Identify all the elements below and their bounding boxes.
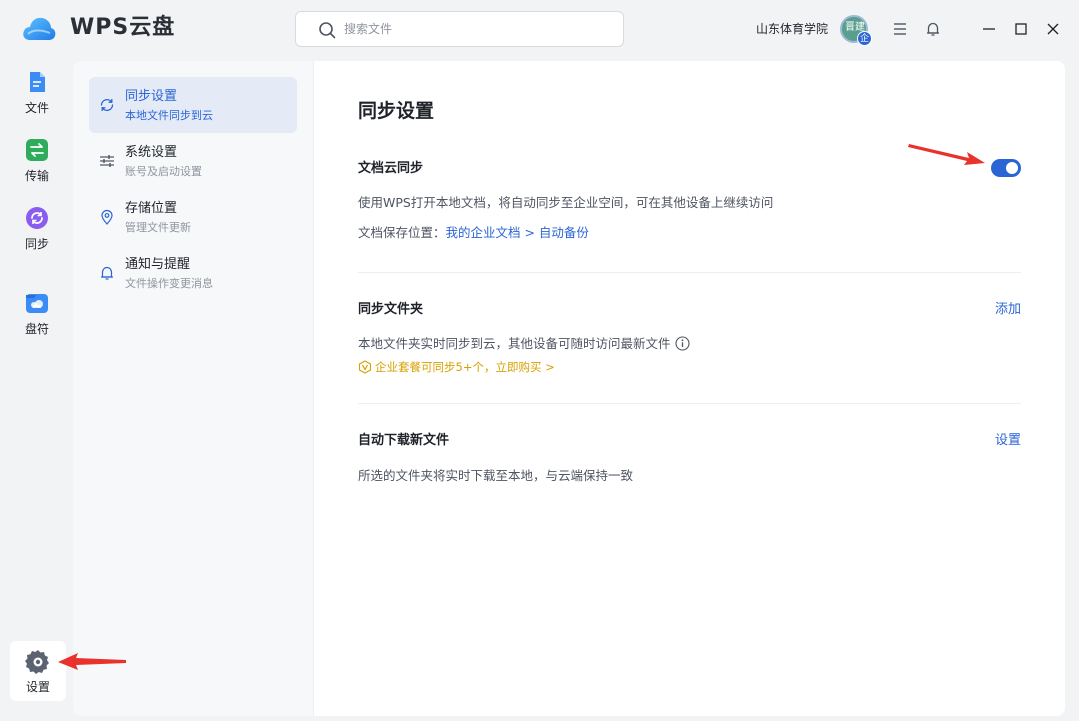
nav-item-sync-settings[interactable]: 同步设置 本地文件同步到云	[89, 77, 297, 133]
vip-icon	[358, 360, 372, 374]
nav-title: 同步设置	[125, 89, 178, 104]
doc-sync-title: 文档云同步	[358, 161, 424, 176]
sliders-icon	[100, 155, 114, 167]
app-title: WPS云盘	[70, 15, 176, 40]
rail-item-drive[interactable]: 盘符	[8, 289, 66, 347]
drive-icon	[26, 294, 48, 313]
nav-title: 通知与提醒	[125, 257, 191, 272]
enterprise-badge: 企	[857, 31, 872, 46]
nav-subtitle: 本地文件同步到云	[125, 109, 213, 122]
nav-title: 系统设置	[125, 145, 178, 160]
enterprise-promo-link[interactable]: 企业套餐可同步5+个，立即购买 >	[358, 359, 555, 375]
add-folder-button[interactable]: 添加	[995, 301, 1021, 319]
search-icon	[319, 22, 336, 39]
title-bar: WPS云盘 山东体育学院 晋建 企	[0, 0, 1079, 58]
divider	[358, 403, 1021, 404]
nav-item-system-settings[interactable]: 系统设置 账号及启动设置	[89, 133, 297, 189]
bell-icon	[101, 266, 113, 280]
auto-download-settings-button[interactable]: 设置	[995, 432, 1021, 450]
close-icon[interactable]	[1045, 21, 1061, 37]
nav-subtitle: 管理文件更新	[125, 221, 191, 234]
rail-item-files[interactable]: 文件	[8, 68, 66, 126]
nav-title: 存储位置	[125, 201, 178, 216]
avatar[interactable]: 晋建 企	[840, 15, 872, 46]
annotation-arrow-icon	[58, 653, 126, 670]
sync-folder-title: 同步文件夹	[358, 302, 424, 317]
auto-download-title: 自动下载新文件	[358, 433, 450, 448]
sync-icon	[100, 99, 114, 111]
transfer-icon	[26, 139, 48, 161]
gear-icon	[25, 650, 49, 674]
promo-text: 企业套餐可同步5+个，立即购买 >	[375, 360, 555, 374]
search-box[interactable]	[295, 11, 624, 47]
rail-label-settings: 设置	[25, 680, 50, 694]
minimize-icon[interactable]	[981, 21, 997, 37]
menu-icon[interactable]	[892, 21, 908, 37]
sync-folder-desc-text: 本地文件夹实时同步到云，其他设备可随时访问最新文件	[358, 336, 671, 351]
divider	[358, 272, 1021, 273]
maximize-icon[interactable]	[1013, 21, 1029, 37]
toggle-knob	[1006, 162, 1018, 174]
cloud-logo-icon	[23, 17, 56, 40]
org-name: 山东体育学院	[756, 22, 829, 36]
location-label: 文档保存位置：	[358, 225, 446, 240]
rail-label: 盘符	[24, 322, 49, 336]
rail-label: 传输	[24, 169, 49, 183]
rail-label: 同步	[24, 237, 49, 251]
nav-subtitle: 文件操作变更消息	[125, 277, 213, 290]
doc-sync-description: 使用WPS打开本地文档，将自动同步至企业空间，可在其他设备上继续访问	[358, 195, 774, 210]
file-icon	[30, 72, 45, 92]
rail-item-sync[interactable]: 同步	[8, 204, 66, 262]
location-icon	[101, 209, 113, 225]
settings-nav-panel: 同步设置 本地文件同步到云 系统设置 账号及启动设置 存储位置 管理文件更新 通…	[73, 61, 314, 716]
rail-label: 文件	[24, 101, 49, 115]
sync-icon	[26, 207, 48, 229]
page-title: 同步设置	[358, 100, 435, 122]
sync-folder-description: 本地文件夹实时同步到云，其他设备可随时访问最新文件	[358, 335, 690, 353]
doc-sync-toggle[interactable]	[991, 159, 1021, 177]
auto-download-description: 所选的文件夹将实时下载至本地，与云端保持一致	[358, 468, 634, 483]
bell-icon[interactable]	[925, 21, 941, 37]
nav-item-notifications[interactable]: 通知与提醒 文件操作变更消息	[89, 245, 297, 301]
annotation-arrow-icon	[908, 144, 985, 165]
nav-subtitle: 账号及启动设置	[125, 165, 202, 178]
info-icon[interactable]	[674, 336, 690, 351]
rail-item-transfer[interactable]: 传输	[8, 136, 66, 194]
doc-save-location: 文档保存位置：我的企业文档 > 自动备份	[358, 224, 589, 242]
location-path-link[interactable]: 我的企业文档 > 自动备份	[446, 225, 589, 240]
nav-item-storage-location[interactable]: 存储位置 管理文件更新	[89, 189, 297, 245]
search-input[interactable]	[344, 18, 604, 40]
